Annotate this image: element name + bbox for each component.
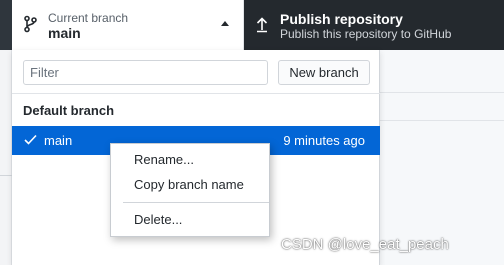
divider [12,93,380,94]
publish-subtitle: Publish this repository to GitHub [280,27,452,41]
caret-up-icon [221,21,229,26]
background-divider [0,175,12,176]
app-toolbar: Current branch main Publish repository P… [0,0,504,50]
background-divider [380,92,504,93]
background-divider [380,120,504,121]
background-sidebar-strip [0,50,12,265]
menu-item-copy-branch-name[interactable]: Copy branch name [111,174,269,196]
git-branch-icon [24,15,37,33]
publish-title: Publish repository [280,11,403,27]
publish-repository-button[interactable]: Publish repository Publish this reposito… [244,0,504,50]
new-branch-button[interactable]: New branch [278,60,370,85]
current-branch-button[interactable]: Current branch main [12,0,244,50]
default-branch-heading: Default branch [23,103,115,118]
toolbar-left-edge [0,0,12,50]
branch-context-menu: Rename... Copy branch name Delete... [110,143,270,237]
check-icon [24,134,37,145]
watermark: CSDN @love_eat_peach [281,236,449,253]
branch-filter-input[interactable] [23,60,268,85]
upload-icon [256,17,268,33]
branch-updated-time: 9 minutes ago [283,133,365,148]
menu-item-rename[interactable]: Rename... [111,149,269,171]
menu-separator [123,202,269,203]
current-branch-caption: Current branch [48,11,129,25]
menu-item-delete[interactable]: Delete... [111,209,269,231]
current-branch-name: main [48,25,81,41]
branch-name: main [44,133,73,148]
